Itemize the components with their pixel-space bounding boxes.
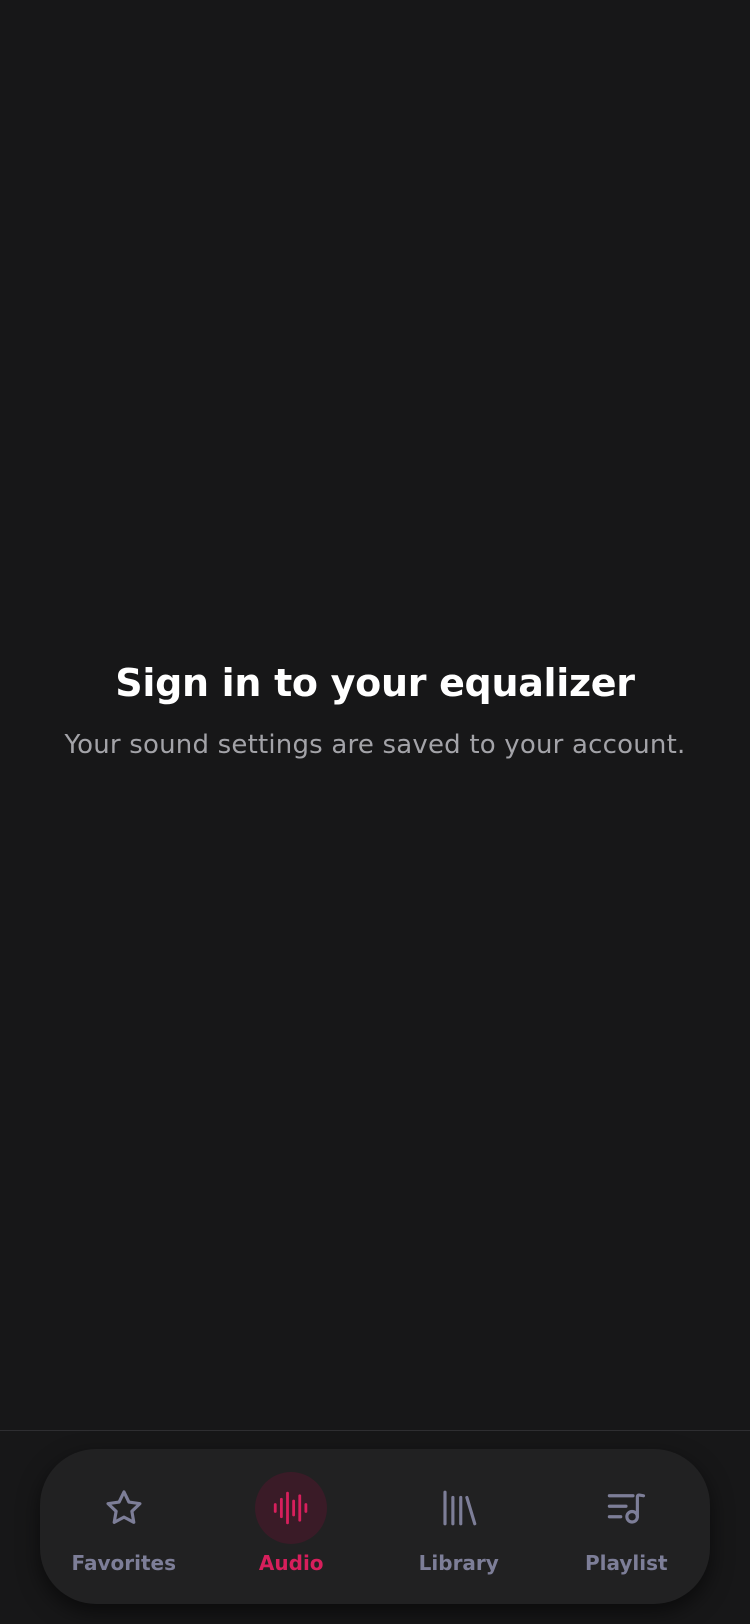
bottom-navigation: Favorites Audio Library Playlist (0, 1431, 750, 1624)
tab-playlist-label: Playlist (584, 1551, 668, 1575)
star-icon (88, 1472, 160, 1544)
page-title: Sign in to your equalizer (115, 661, 635, 705)
main-content: Sign in to your equalizer Your sound set… (0, 0, 750, 1430)
waveform-icon (255, 1472, 328, 1544)
tab-favorites[interactable]: Favorites (40, 1449, 208, 1604)
tab-favorites-label: Favorites (71, 1551, 176, 1575)
tab-library[interactable]: Library (375, 1449, 543, 1604)
library-icon (423, 1472, 495, 1544)
tab-playlist[interactable]: Playlist (543, 1449, 711, 1604)
sign-in-empty-state: Sign in to your equalizer Your sound set… (0, 655, 750, 763)
tab-bar: Favorites Audio Library Playlist (40, 1449, 710, 1604)
tab-audio-label: Audio (258, 1551, 324, 1575)
tab-library-label: Library (418, 1551, 499, 1575)
tab-audio[interactable]: Audio (208, 1449, 376, 1604)
page-subtitle: Your sound settings are saved to your ac… (64, 730, 686, 760)
playlist-icon (590, 1472, 662, 1544)
